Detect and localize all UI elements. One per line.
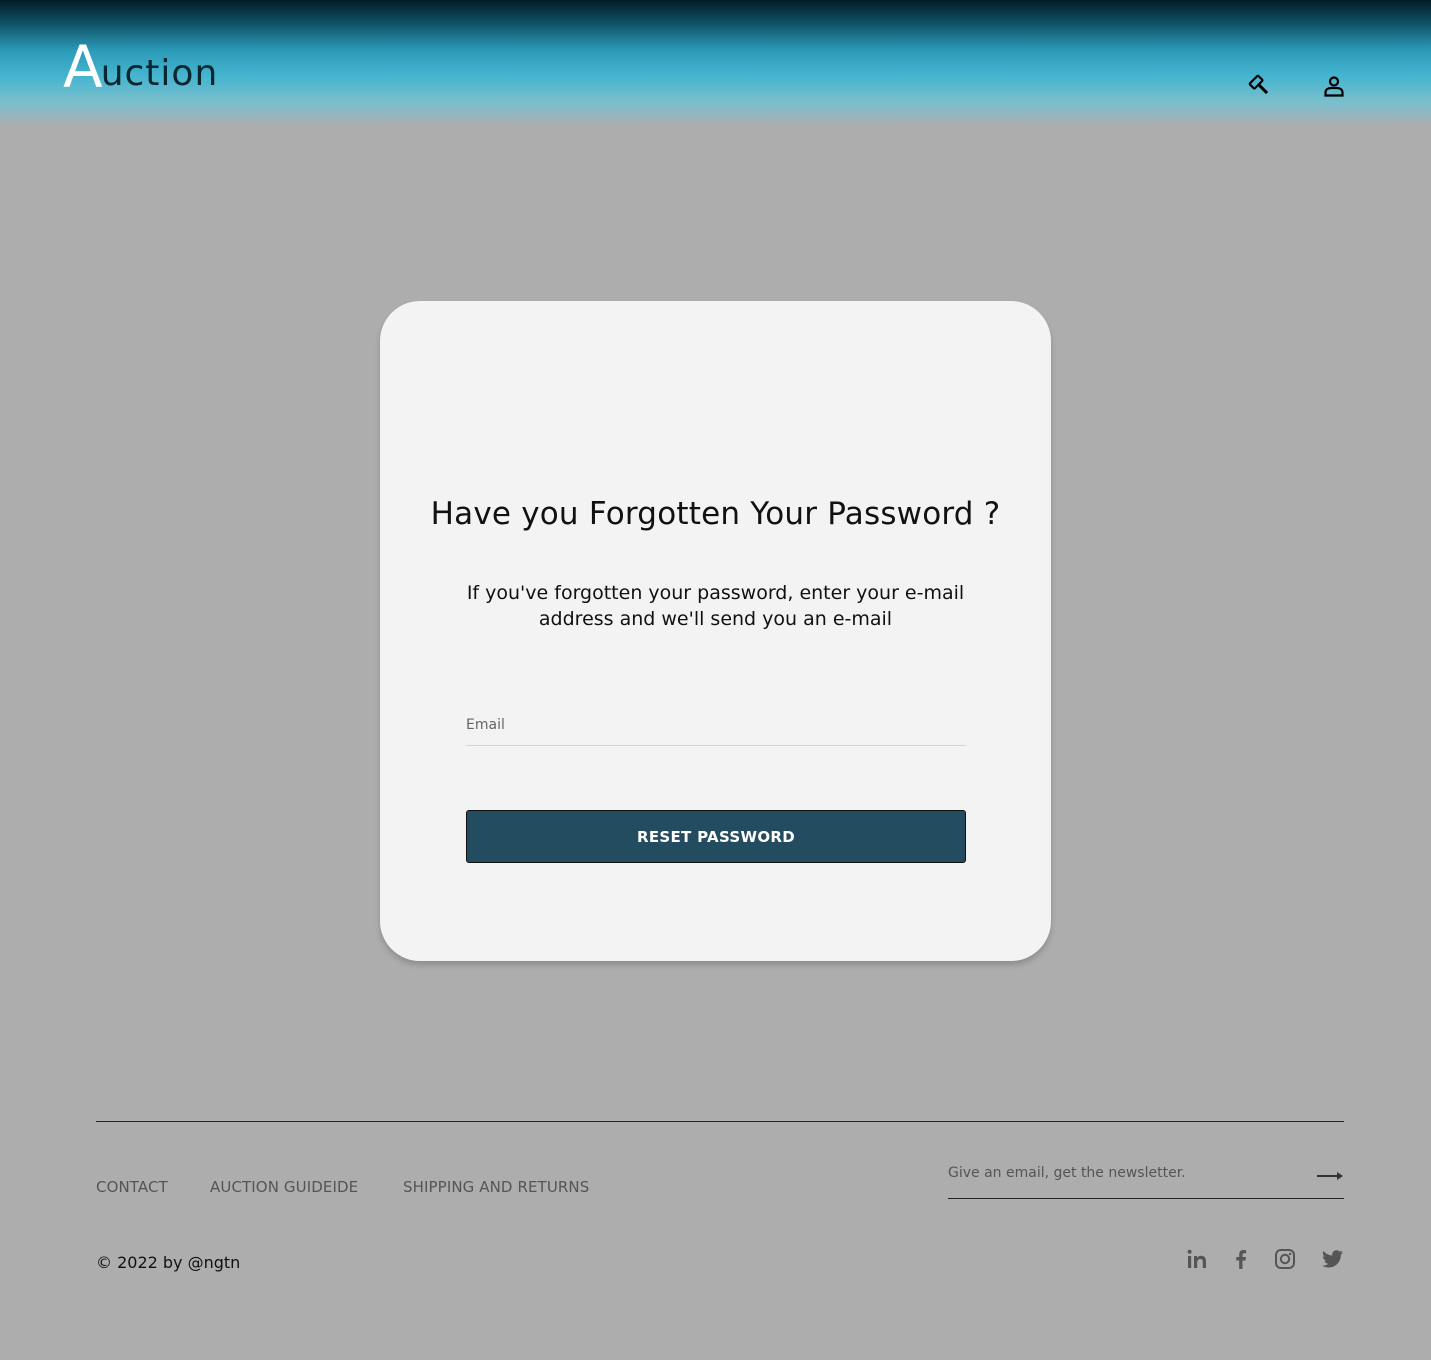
footer-link-contact[interactable]: CONTACT <box>96 1178 168 1196</box>
linkedin-icon[interactable] <box>1185 1247 1209 1271</box>
instagram-icon[interactable] <box>1273 1247 1297 1271</box>
email-field[interactable] <box>466 706 966 744</box>
arrow-right-icon[interactable] <box>1316 1166 1344 1186</box>
logo-initial: A <box>63 33 103 101</box>
reset-password-button[interactable]: RESET PASSWORD <box>466 810 966 863</box>
footer-divider <box>96 1121 1344 1122</box>
page-title: Have you Forgotten Your Password ? <box>430 496 1001 532</box>
user-icon[interactable] <box>1320 72 1348 100</box>
footer-link-shipping-returns[interactable]: SHIPPING AND RETURNS <box>403 1178 589 1196</box>
email-field-wrapper <box>466 706 966 746</box>
logo[interactable]: A uction <box>63 33 219 101</box>
newsletter-form <box>948 1158 1344 1199</box>
logo-text: uction <box>100 53 219 94</box>
footer-link-auction-guide[interactable]: AUCTION GUIDEIDE <box>210 1178 358 1196</box>
site-header: A uction <box>0 0 1431 126</box>
twitter-icon[interactable] <box>1321 1247 1345 1271</box>
newsletter-email-input[interactable] <box>948 1158 1308 1188</box>
instructions-text: If you've forgotten your password, enter… <box>466 582 965 630</box>
auction-gavel-icon[interactable] <box>1246 72 1274 100</box>
copyright-text: © 2022 by @ngtn <box>96 1253 241 1272</box>
facebook-icon[interactable] <box>1229 1247 1253 1271</box>
